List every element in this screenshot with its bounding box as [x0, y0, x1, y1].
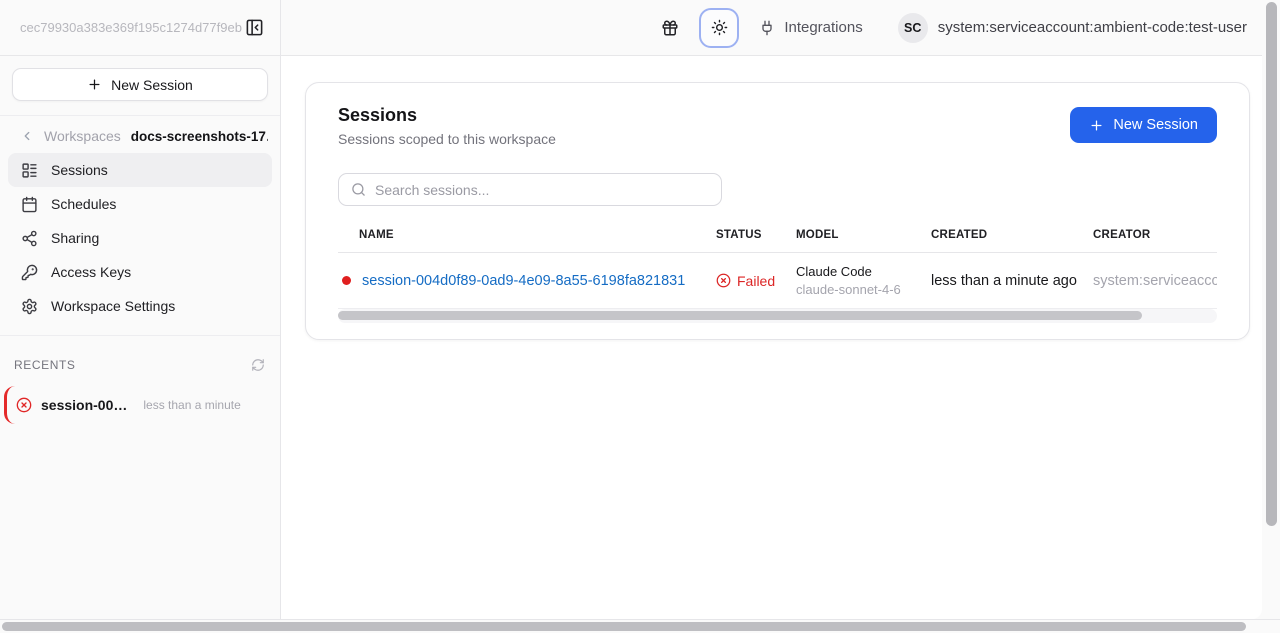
sidebar-item-label: Access Keys — [51, 264, 131, 280]
horizontal-scrollbar-track — [0, 619, 1280, 633]
layout-list-icon — [21, 162, 38, 179]
collapse-sidebar-button[interactable] — [245, 18, 264, 37]
sidebar-item-workspace-settings[interactable]: Workspace Settings — [8, 289, 272, 323]
session-status-cell: Failed — [706, 273, 786, 289]
column-header-model: MODEL — [786, 229, 921, 241]
model-version: claude-sonnet-4-6 — [796, 282, 921, 297]
session-model-cell: Claude Code claude-sonnet-4-6 — [786, 264, 921, 297]
session-created-cell: less than a minute ago — [921, 273, 1081, 289]
back-to-workspaces-button[interactable] — [20, 129, 34, 143]
search-icon — [351, 182, 366, 197]
theme-toggle-button[interactable] — [699, 8, 739, 48]
column-header-name: NAME — [338, 229, 706, 241]
vertical-scrollbar-track — [1262, 0, 1280, 619]
breadcrumb-workspaces[interactable]: Workspaces — [44, 128, 121, 144]
horizontal-scrollbar-thumb[interactable] — [2, 622, 1246, 631]
sidebar-item-access-keys[interactable]: Access Keys — [8, 255, 272, 289]
divider — [0, 335, 280, 336]
circle-x-icon — [716, 273, 731, 288]
panel-left-close-icon — [245, 18, 264, 37]
refresh-recents-button[interactable] — [251, 358, 265, 372]
page-subtitle: Sessions scoped to this workspace — [338, 131, 556, 147]
user-name: system:serviceaccount:ambient-code:test-… — [938, 19, 1247, 36]
sidebar-item-label: Sessions — [51, 162, 108, 178]
sessions-card-header: Sessions Sessions scoped to this workspa… — [338, 105, 1217, 147]
share-icon — [21, 230, 38, 247]
session-creator-cell: system:serviceacco… — [1081, 273, 1217, 289]
app-window: cec79930a383e369f195c1274d77f9eb4bc3fa19… — [0, 0, 1262, 619]
sessions-card: Sessions Sessions scoped to this workspa… — [305, 82, 1250, 340]
avatar: SC — [898, 13, 928, 43]
table-header-row: NAME STATUS MODEL CREATED CREATOR — [338, 217, 1217, 253]
sidebar-header: cec79930a383e369f195c1274d77f9eb4bc3fa19 — [0, 0, 280, 56]
sidebar-item-label: Sharing — [51, 230, 99, 246]
recent-session-item[interactable]: session-00… less than a minute — [4, 386, 270, 424]
search-box — [338, 173, 722, 206]
plug-icon — [759, 20, 775, 36]
calendar-icon — [21, 196, 38, 213]
vertical-scrollbar-thumb[interactable] — [1266, 2, 1277, 526]
key-icon — [21, 264, 38, 281]
main-column: Integrations SC system:serviceaccount:am… — [281, 0, 1262, 619]
recent-session-time: less than a minute — [143, 398, 240, 412]
recent-session-name: session-00… — [41, 397, 127, 413]
sun-icon — [711, 19, 728, 36]
workspace-hash: cec79930a383e369f195c1274d77f9eb4bc3fa19 — [20, 20, 242, 35]
column-header-creator: CREATOR — [1081, 229, 1217, 241]
topbar: Integrations SC system:serviceaccount:am… — [281, 0, 1262, 56]
column-header-created: CREATED — [921, 229, 1081, 241]
table-scrollbar-thumb[interactable] — [338, 311, 1142, 320]
integrations-label: Integrations — [784, 19, 862, 36]
plus-icon — [87, 77, 102, 92]
status-badge: Failed — [737, 273, 775, 289]
main-content: Sessions Sessions scoped to this workspa… — [281, 56, 1262, 619]
new-session-label: New Session — [1113, 117, 1198, 133]
sidebar: cec79930a383e369f195c1274d77f9eb4bc3fa19… — [0, 0, 281, 619]
chevron-left-icon — [20, 129, 34, 143]
gear-icon — [21, 298, 38, 315]
search-input[interactable] — [375, 182, 709, 198]
sidebar-new-session-label: New Session — [111, 77, 193, 93]
session-name-cell: session-004d0f89-0ad9-4e09-8a55-6198fa82… — [338, 273, 706, 289]
failed-status-icon — [16, 397, 32, 413]
sidebar-item-sharing[interactable]: Sharing — [8, 221, 272, 255]
sidebar-new-session-button[interactable]: New Session — [12, 68, 268, 101]
refresh-icon — [251, 358, 265, 372]
sidebar-item-label: Workspace Settings — [51, 298, 175, 314]
column-header-status: STATUS — [706, 229, 786, 241]
sidebar-nav: Sessions Schedules Sharing Access Keys — [0, 153, 280, 323]
table-row[interactable]: session-004d0f89-0ad9-4e09-8a55-6198fa82… — [338, 253, 1217, 309]
integrations-button[interactable]: Integrations — [759, 19, 862, 36]
breadcrumb-workspace-name: docs-screenshots-17… — [131, 129, 268, 144]
table-horizontal-scrollbar — [338, 309, 1217, 323]
plus-icon — [1089, 118, 1104, 133]
recents-header: RECENTS — [0, 348, 280, 378]
model-name: Claude Code — [796, 264, 921, 279]
page-title: Sessions — [338, 105, 556, 126]
sidebar-item-label: Schedules — [51, 196, 116, 212]
sessions-table: NAME STATUS MODEL CREATED CREATOR sessio… — [338, 217, 1217, 323]
status-dot-icon — [342, 276, 351, 285]
new-session-button[interactable]: New Session — [1070, 107, 1217, 143]
recents-title: RECENTS — [14, 358, 76, 372]
session-link[interactable]: session-004d0f89-0ad9-4e09-8a55-6198fa82… — [362, 273, 685, 289]
whats-new-button[interactable] — [661, 19, 679, 37]
sidebar-item-sessions[interactable]: Sessions — [8, 153, 272, 187]
user-menu[interactable]: SC system:serviceaccount:ambient-code:te… — [898, 13, 1247, 43]
breadcrumb: Workspaces docs-screenshots-17… — [0, 116, 280, 153]
gift-icon — [661, 19, 679, 37]
sidebar-item-schedules[interactable]: Schedules — [8, 187, 272, 221]
